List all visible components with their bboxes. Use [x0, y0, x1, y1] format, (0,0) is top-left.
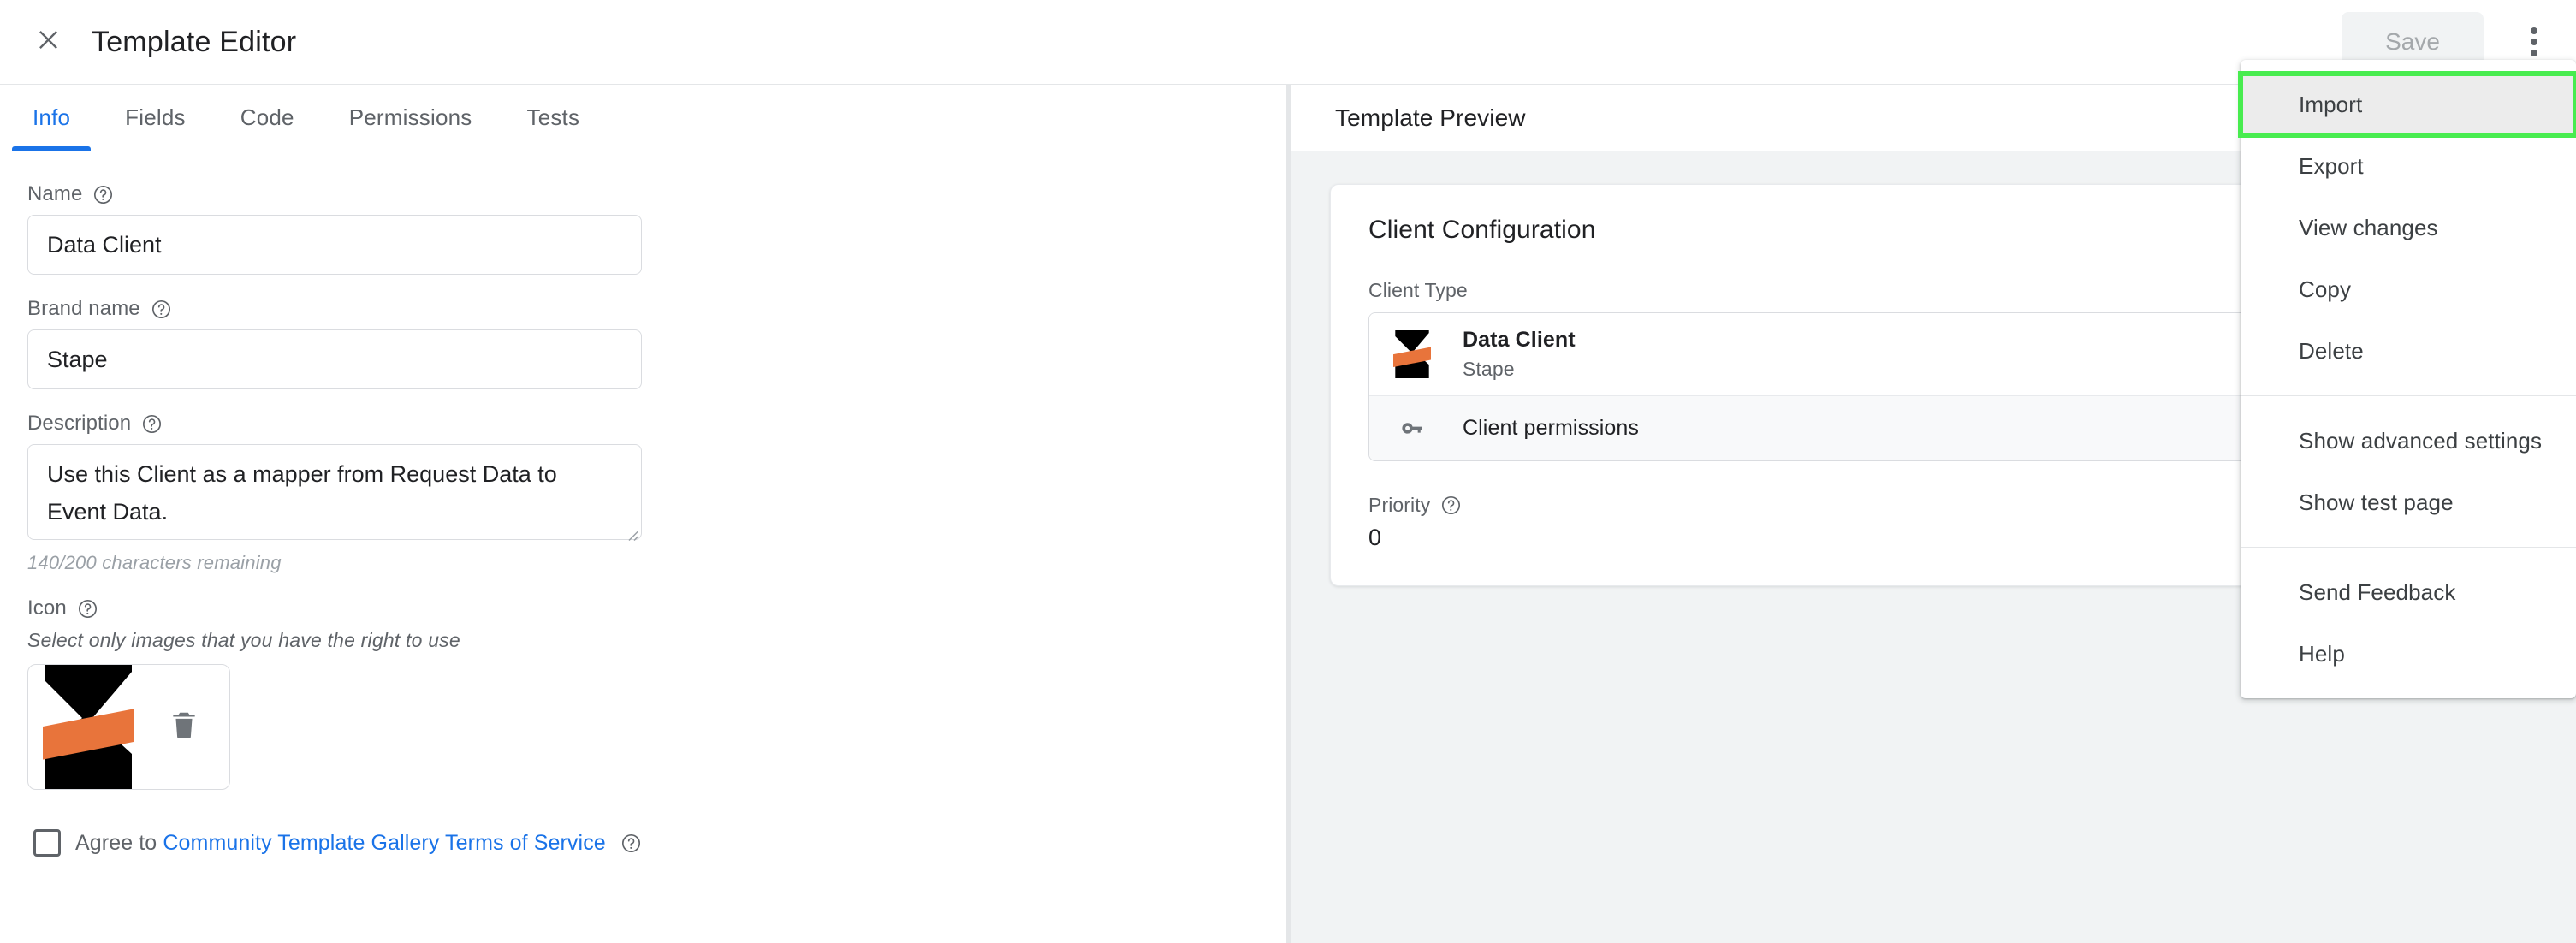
icon-label: Icon — [27, 596, 67, 620]
icon-label-row: Icon — [27, 596, 1286, 620]
help-circle-icon[interactable] — [77, 598, 98, 620]
character-counter: 140/200 characters remaining — [27, 552, 282, 573]
client-permissions-label: Client permissions — [1463, 416, 1640, 440]
description-field-block: Description 140/200 characters r — [27, 412, 1286, 574]
help-circle-icon[interactable] — [92, 184, 114, 205]
menu-item-show-advanced-settings[interactable]: Show advanced settings — [2241, 410, 2576, 472]
description-label: Description — [27, 412, 132, 435]
name-input[interactable] — [27, 215, 642, 275]
key-icon — [1393, 414, 1431, 443]
client-name: Data Client — [1463, 328, 1576, 352]
menu-item-import[interactable]: Import — [2238, 71, 2576, 138]
menu-item-send-feedback[interactable]: Send Feedback — [2241, 561, 2576, 623]
tab-code[interactable]: Code — [220, 85, 315, 151]
icon-field-block: Icon Select only images that you have th… — [27, 596, 1286, 790]
name-label: Name — [27, 182, 83, 205]
close-icon — [34, 26, 62, 58]
terms-of-service-link[interactable]: Community Template Gallery Terms of Serv… — [163, 831, 605, 855]
agree-checkbox[interactable] — [33, 829, 61, 857]
client-row-texts: Data Client Stape — [1463, 328, 1576, 381]
client-brand: Stape — [1463, 358, 1515, 380]
agree-text: Agree to Community Template Gallery Term… — [75, 831, 606, 856]
tab-info[interactable]: Info — [12, 85, 92, 151]
priority-label: Priority — [1368, 494, 1431, 516]
name-label-row: Name — [27, 182, 1286, 206]
agree-prefix: Agree to — [75, 830, 163, 855]
brand-name-input[interactable] — [27, 329, 642, 389]
description-textarea-wrap — [27, 444, 642, 544]
page-title: Template Editor — [92, 25, 297, 58]
help-circle-icon[interactable] — [1440, 495, 1462, 516]
menu-item-export[interactable]: Export — [2241, 135, 2576, 197]
more-vert-icon — [2531, 27, 2537, 34]
menu-item-view-changes[interactable]: View changes — [2241, 197, 2576, 258]
help-circle-icon[interactable] — [151, 299, 172, 320]
close-button[interactable] — [23, 17, 73, 67]
help-circle-icon[interactable] — [620, 833, 642, 854]
tab-permissions[interactable]: Permissions — [329, 85, 493, 151]
icon-hint-text: Select only images that you have the rig… — [27, 629, 460, 651]
name-field-block: Name — [27, 182, 1286, 275]
tab-tests[interactable]: Tests — [507, 85, 601, 151]
menu-item-show-test-page[interactable]: Show test page — [2241, 472, 2576, 533]
menu-item-copy[interactable]: Copy — [2241, 258, 2576, 320]
panel-splitter[interactable] — [1286, 85, 1291, 943]
description-textarea[interactable] — [27, 444, 642, 540]
brand-name-label-row: Brand name — [27, 297, 1286, 321]
trash-icon — [168, 708, 200, 746]
terms-agreement-row: Agree to Community Template Gallery Term… — [33, 829, 1286, 857]
delete-icon-button[interactable] — [164, 706, 204, 749]
tab-fields[interactable]: Fields — [104, 85, 206, 151]
brand-name-field-block: Brand name — [27, 297, 1286, 389]
editor-tabs: Info Fields Code Permissions Tests — [0, 85, 1286, 151]
menu-item-help[interactable]: Help — [2241, 623, 2576, 685]
help-circle-icon[interactable] — [141, 413, 163, 435]
stape-logo — [1389, 330, 1435, 378]
stape-logo — [30, 665, 146, 789]
menu-item-delete[interactable]: Delete — [2241, 320, 2576, 382]
menu-divider — [2241, 395, 2576, 396]
icon-preview-card — [27, 664, 230, 790]
info-form: Name Brand name — [0, 151, 1286, 857]
description-label-row: Description — [27, 412, 1286, 436]
overflow-menu: Import Export View changes Copy Delete S… — [2238, 60, 2576, 698]
menu-divider — [2241, 547, 2576, 548]
top-app-bar: Template Editor Save — [0, 0, 2576, 85]
editor-left-panel: Info Fields Code Permissions Tests Name — [0, 85, 1286, 943]
brand-name-label: Brand name — [27, 297, 140, 320]
